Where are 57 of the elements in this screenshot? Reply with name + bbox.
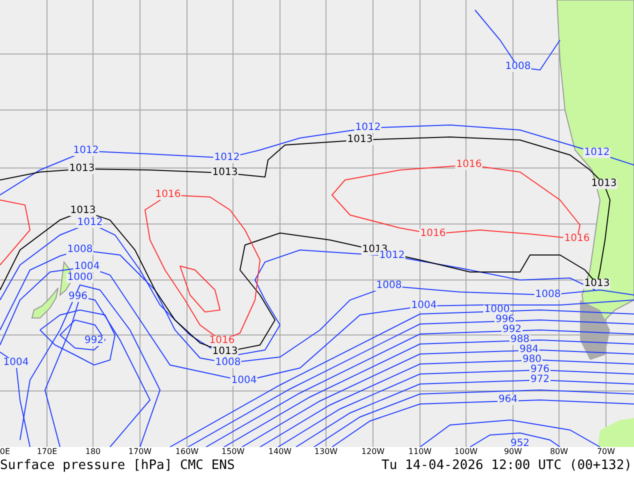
longitude-label: 110W	[408, 447, 432, 457]
isobar-label: 992	[501, 325, 523, 335]
isobar-label: 1013	[590, 179, 618, 189]
isobar-label: 964	[497, 395, 519, 405]
isobar-label: 988	[509, 335, 531, 345]
isobar-label: 996	[494, 315, 516, 325]
isobar-label: 1016	[154, 190, 182, 200]
longitude-label: 150W	[221, 447, 245, 457]
isobar-label: 1012	[76, 218, 104, 228]
isobar-label: 984	[518, 345, 540, 355]
longitude-label: 70W	[596, 447, 616, 457]
isobar-label: 1016	[563, 234, 591, 244]
longitude-label: 80W	[550, 447, 568, 457]
longitude-label: 100W	[454, 447, 478, 457]
longitude-label: 130W	[314, 447, 338, 457]
isobar-label: 1004	[230, 376, 258, 386]
isobar-label: 1013	[583, 279, 611, 289]
isobar-label: 1008	[534, 290, 562, 300]
isobar-label: 1008	[214, 358, 242, 368]
isobar-label: 1012	[213, 153, 241, 163]
longitude-label: 180	[85, 447, 101, 457]
isobar-label: 1012	[354, 123, 382, 133]
isobar-label: 980	[521, 355, 543, 365]
isobar-label: 1000	[483, 305, 511, 315]
isobar-label: 952	[509, 439, 531, 447]
isobar-label: 1013	[211, 168, 239, 178]
longitude-label: 140W	[268, 447, 292, 457]
longitude-label: 90W	[504, 447, 522, 457]
chart-title: Surface pressure [hPa] CMC ENS	[0, 458, 235, 474]
land-shape	[598, 418, 634, 447]
isobar-label: 1008	[375, 281, 403, 291]
isobar-label: 1012	[583, 148, 611, 158]
isobar-label: 1016	[419, 229, 447, 239]
isobar-label: 1016	[208, 336, 236, 346]
isobar-label: 972	[529, 375, 551, 385]
isobar-label: 1000	[66, 273, 94, 283]
longitude-label: 0E	[0, 447, 10, 457]
isobar-label: 996	[67, 292, 89, 302]
isobar-label: 1008	[504, 62, 532, 72]
isobar-label: 976	[529, 365, 551, 375]
longitude-label: 120W	[361, 447, 385, 457]
longitude-label: 160W	[175, 447, 199, 457]
isobar-label: 1004	[410, 301, 438, 311]
isobar-label: 1004	[2, 358, 30, 368]
isobar-label: 1013	[69, 206, 97, 216]
isobar-label: 1012	[72, 146, 100, 156]
isobar-label: 1013	[346, 135, 374, 145]
isobar-label: 1008	[66, 245, 94, 255]
isobar-label: 1012	[378, 251, 406, 261]
valid-time: Tu 14-04-2026 12:00 UTC (00+132)	[382, 458, 632, 474]
isobar-label: 1016	[455, 160, 483, 170]
isobar-label: 992	[83, 336, 105, 346]
isobar-label: 1013	[211, 347, 239, 357]
isobar-label: 1013	[68, 164, 96, 174]
isobar-label: 1004	[73, 262, 101, 272]
longitude-label: 170E	[36, 447, 58, 457]
longitude-label: 170W	[128, 447, 152, 457]
